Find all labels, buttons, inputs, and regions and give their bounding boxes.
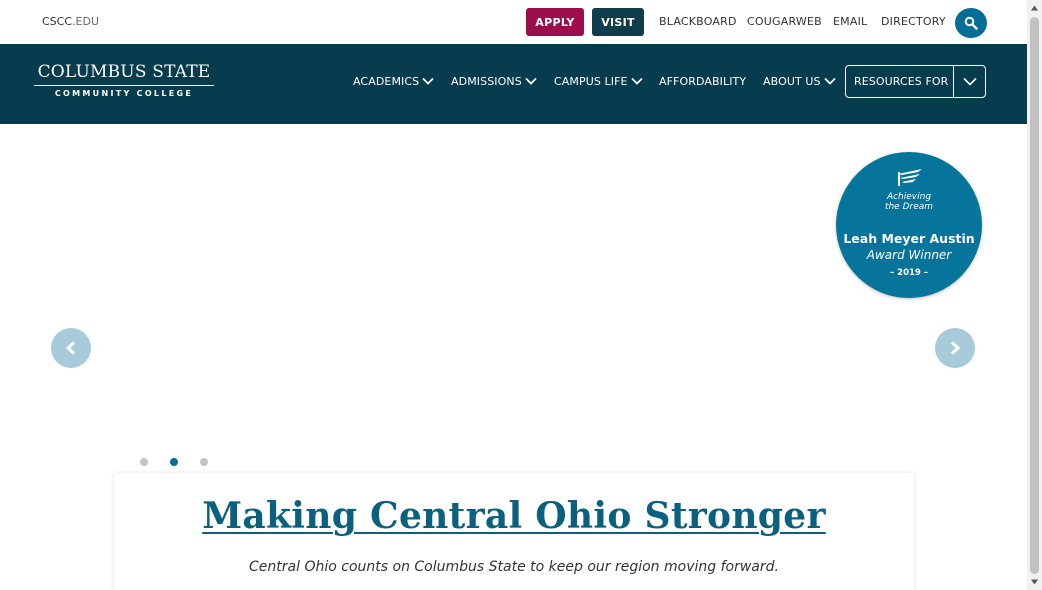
page-scrollbar[interactable] xyxy=(1027,0,1042,590)
resources-for-select[interactable]: RESOURCES FOR xyxy=(845,65,986,98)
badge-year: – 2019 – xyxy=(889,268,929,278)
resources-for-label: RESOURCES FOR xyxy=(854,75,949,88)
carousel-dot[interactable] xyxy=(140,458,148,466)
page: CSCC.EDU APPLY VISIT BLACKBOARD COUGARWE… xyxy=(0,0,1042,590)
hero-carousel: Achieving the Dream Leah Meyer Austin Aw… xyxy=(0,124,1027,590)
badge-winner: Leah Meyer Austin xyxy=(843,231,975,246)
scroll-thumb[interactable] xyxy=(1030,17,1039,574)
chevron-down-icon xyxy=(422,77,434,85)
award-badge: Achieving the Dream Leah Meyer Austin Aw… xyxy=(836,152,982,298)
hero-title-link[interactable]: Making Central Ohio Stronger xyxy=(114,495,914,537)
nav-admissions[interactable]: ADMISSIONS xyxy=(451,73,537,89)
nav-affordability[interactable]: AFFORDABILITY xyxy=(659,73,746,89)
directory-link[interactable]: DIRECTORY xyxy=(881,15,946,28)
apply-button[interactable]: APPLY xyxy=(526,8,584,36)
search-icon xyxy=(964,16,978,30)
nav-academics[interactable]: ACADEMICS xyxy=(353,73,434,89)
badge-program: Achieving the Dream xyxy=(836,192,982,212)
nav-affordability-label: AFFORDABILITY xyxy=(659,74,747,88)
carousel-prev-button[interactable] xyxy=(51,328,91,368)
dream-wing-icon xyxy=(898,169,922,186)
site-link-suffix: .EDU xyxy=(72,15,99,28)
cougarweb-link[interactable]: COUGARWEB xyxy=(747,15,822,28)
carousel-dot-active[interactable] xyxy=(170,458,178,466)
chevron-right-icon xyxy=(950,341,961,355)
logo-subtitle: COMMUNITY COLLEGE xyxy=(54,89,194,98)
carousel-dot[interactable] xyxy=(200,458,208,466)
carousel-next-button[interactable] xyxy=(935,328,975,368)
nav-admissions-label: ADMISSIONS xyxy=(451,74,522,88)
college-logo[interactable]: COLUMBUS STATE COMMUNITY COLLEGE xyxy=(34,62,214,100)
chevron-down-icon xyxy=(630,77,643,85)
nav-about-us[interactable]: ABOUT US xyxy=(763,73,836,89)
site-link[interactable]: CSCC.EDU xyxy=(42,15,99,28)
badge-program-line1: Achieving xyxy=(886,192,932,202)
utility-bar: CSCC.EDU APPLY VISIT BLACKBOARD COUGARWE… xyxy=(0,0,1027,44)
nav-about-us-label: ABOUT US xyxy=(763,74,821,88)
hero-card: Making Central Ohio Stronger Central Ohi… xyxy=(114,473,914,590)
resources-dropdown-toggle[interactable] xyxy=(954,66,985,97)
scroll-up-arrow-icon[interactable] xyxy=(1030,4,1039,12)
chevron-down-icon xyxy=(963,77,977,86)
blackboard-link[interactable]: BLACKBOARD xyxy=(659,15,737,28)
chevron-left-icon xyxy=(65,341,76,355)
visit-button[interactable]: VISIT xyxy=(592,8,644,36)
hero-subtitle: Central Ohio counts on Columbus State to… xyxy=(249,559,779,575)
nav-campus-life-label: CAMPUS LIFE xyxy=(554,74,628,88)
nav-campus-life[interactable]: CAMPUS LIFE xyxy=(554,73,643,89)
site-link-prefix: CSCC xyxy=(42,15,73,28)
nav-academics-label: ACADEMICS xyxy=(353,74,420,88)
email-link[interactable]: EMAIL xyxy=(833,15,867,28)
main-nav: COLUMBUS STATE COMMUNITY COLLEGE ACADEMI… xyxy=(0,44,1027,124)
chevron-down-icon xyxy=(824,77,836,85)
logo-rule xyxy=(34,85,214,86)
badge-program-line2: the Dream xyxy=(884,202,934,212)
badge-award: Award Winner xyxy=(866,248,952,262)
chevron-down-icon xyxy=(525,77,537,85)
scroll-down-arrow-icon[interactable] xyxy=(1030,578,1039,586)
carousel-indicators xyxy=(140,457,230,467)
search-button[interactable] xyxy=(955,8,987,38)
logo-title: COLUMBUS STATE xyxy=(37,62,211,82)
